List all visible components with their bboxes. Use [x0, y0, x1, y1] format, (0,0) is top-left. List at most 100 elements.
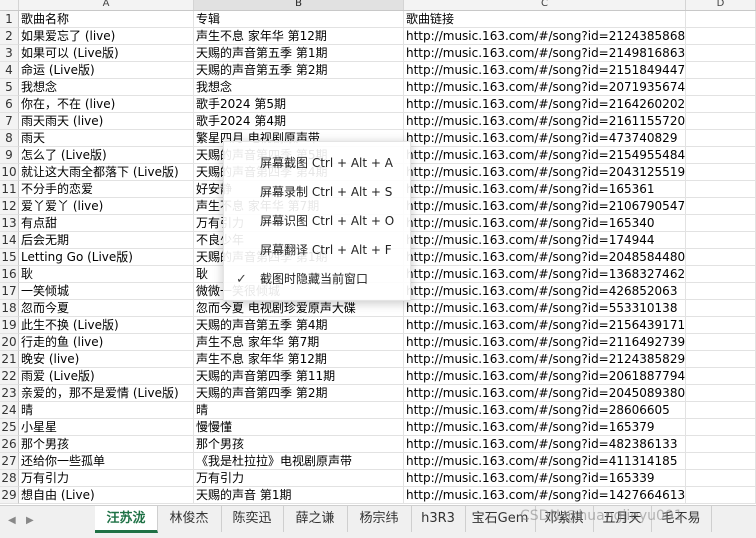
- cell-d[interactable]: [686, 351, 756, 368]
- cell-a[interactable]: 此生不换 (Live版): [19, 317, 194, 334]
- cell-a[interactable]: 雨爱 (Live版): [19, 368, 194, 385]
- scroll-tabs-right-icon[interactable]: ▶: [26, 515, 34, 526]
- cell-c[interactable]: http://music.163.com/#/song?id=216115572…: [404, 113, 686, 130]
- cell-a[interactable]: 万有引力: [19, 470, 194, 487]
- cell-c[interactable]: http://music.163.com/#/song?id=215643917…: [404, 317, 686, 334]
- menu-item-hide-window[interactable]: ✓ 截图时隐藏当前窗口: [224, 265, 410, 294]
- cell-d[interactable]: [686, 62, 756, 79]
- cell-d[interactable]: [686, 181, 756, 198]
- cell-b[interactable]: 天赐的声音第四季 第11期: [194, 368, 404, 385]
- row-number[interactable]: 11: [0, 181, 19, 198]
- cell-b[interactable]: 忽而今夏 电视剧珍爱原声大碟: [194, 300, 404, 317]
- cell-a[interactable]: 不分手的恋爱: [19, 181, 194, 198]
- cell-c[interactable]: http://music.163.com/#/song?id=473740829: [404, 130, 686, 147]
- cell-b[interactable]: 天赐的声音 第1期: [194, 487, 404, 504]
- cell-d[interactable]: [686, 317, 756, 334]
- cell-b[interactable]: 专辑: [194, 11, 404, 28]
- row-number[interactable]: 29: [0, 487, 19, 504]
- cell-c[interactable]: http://music.163.com/#/song?id=136832746…: [404, 266, 686, 283]
- column-header-b[interactable]: B: [194, 0, 404, 10]
- menu-item-screen-translate[interactable]: 屏幕翻译 Ctrl + Alt + F: [224, 236, 410, 265]
- row-number[interactable]: 24: [0, 402, 19, 419]
- row-number[interactable]: 6: [0, 96, 19, 113]
- cell-b[interactable]: 晴: [194, 402, 404, 419]
- sheet-tab[interactable]: 杨宗纬: [347, 506, 412, 532]
- sheet-tab[interactable]: 五月天: [593, 506, 652, 532]
- cell-a[interactable]: 我想念: [19, 79, 194, 96]
- cell-a[interactable]: 后会无期: [19, 232, 194, 249]
- cell-a[interactable]: 如果爱忘了 (live): [19, 28, 194, 45]
- cell-a[interactable]: Letting Go (Live版): [19, 249, 194, 266]
- cell-c[interactable]: http://music.163.com/#/song?id=165340: [404, 215, 686, 232]
- cell-b[interactable]: 那个男孩: [194, 436, 404, 453]
- row-number[interactable]: 1: [0, 11, 19, 28]
- cell-d[interactable]: [686, 130, 756, 147]
- cell-b[interactable]: 天赐的声音第五季 第4期: [194, 317, 404, 334]
- row-number[interactable]: 14: [0, 232, 19, 249]
- cell-a[interactable]: 怎么了 (Live版): [19, 147, 194, 164]
- cell-a[interactable]: 如果可以 (Live版): [19, 45, 194, 62]
- cell-c[interactable]: http://music.163.com/#/song?id=211649273…: [404, 334, 686, 351]
- cell-a[interactable]: 还给你一些孤单: [19, 453, 194, 470]
- cell-a[interactable]: 那个男孩: [19, 436, 194, 453]
- cell-c[interactable]: http://music.163.com/#/song?id=165339: [404, 470, 686, 487]
- cell-a[interactable]: 就让这大雨全都落下 (Live版): [19, 164, 194, 181]
- cell-b[interactable]: 天赐的声音第五季 第2期: [194, 62, 404, 79]
- row-number[interactable]: 20: [0, 334, 19, 351]
- cell-c[interactable]: http://music.163.com/#/song?id=212438586…: [404, 28, 686, 45]
- row-number[interactable]: 8: [0, 130, 19, 147]
- cell-d[interactable]: [686, 164, 756, 181]
- cell-a[interactable]: 想自由 (Live): [19, 487, 194, 504]
- cell-b[interactable]: 我想念: [194, 79, 404, 96]
- cell-a[interactable]: 你在，不在 (live): [19, 96, 194, 113]
- sheet-tab[interactable]: 薛之谦: [283, 506, 348, 532]
- cell-c[interactable]: http://music.163.com/#/song?id=28606605: [404, 402, 686, 419]
- row-number[interactable]: 19: [0, 317, 19, 334]
- row-number[interactable]: 10: [0, 164, 19, 181]
- cell-a[interactable]: 爱丫爱丫 (live): [19, 198, 194, 215]
- cell-a[interactable]: 行走的鱼 (live): [19, 334, 194, 351]
- row-number[interactable]: 13: [0, 215, 19, 232]
- cell-c[interactable]: http://music.163.com/#/song?id=553310138: [404, 300, 686, 317]
- row-number[interactable]: 23: [0, 385, 19, 402]
- cell-d[interactable]: [686, 385, 756, 402]
- cell-a[interactable]: 一笑倾城: [19, 283, 194, 300]
- row-number[interactable]: 15: [0, 249, 19, 266]
- cell-c[interactable]: http://music.163.com/#/song?id=426852063: [404, 283, 686, 300]
- cell-b[interactable]: 天赐的声音第四季 第2期: [194, 385, 404, 402]
- cell-c[interactable]: http://music.163.com/#/song?id=165379: [404, 419, 686, 436]
- sheet-tab[interactable]: 汪苏泷: [95, 506, 158, 533]
- cell-a[interactable]: 小星星: [19, 419, 194, 436]
- row-number[interactable]: 17: [0, 283, 19, 300]
- row-number[interactable]: 22: [0, 368, 19, 385]
- row-number[interactable]: 27: [0, 453, 19, 470]
- cell-d[interactable]: [686, 436, 756, 453]
- cell-c[interactable]: http://music.163.com/#/song?id=204312551…: [404, 164, 686, 181]
- cell-a[interactable]: 晴: [19, 402, 194, 419]
- cell-d[interactable]: [686, 215, 756, 232]
- cell-c[interactable]: http://music.163.com/#/song?id=204508938…: [404, 385, 686, 402]
- sheet-tab[interactable]: 林俊杰: [157, 506, 222, 532]
- menu-item-screen-record[interactable]: 屏幕录制 Ctrl + Alt + S: [224, 178, 410, 207]
- cell-a[interactable]: 歌曲名称: [19, 11, 194, 28]
- sheet-tab[interactable]: h3R3: [411, 506, 466, 532]
- row-number[interactable]: 21: [0, 351, 19, 368]
- cell-d[interactable]: [686, 28, 756, 45]
- cell-c[interactable]: http://music.163.com/#/song?id=214981686…: [404, 45, 686, 62]
- row-number[interactable]: 18: [0, 300, 19, 317]
- cell-b[interactable]: 歌手2024 第5期: [194, 96, 404, 113]
- cell-d[interactable]: [686, 470, 756, 487]
- cell-c[interactable]: http://music.163.com/#/song?id=206188779…: [404, 368, 686, 385]
- cell-a[interactable]: 亲爱的，那不是爱情 (Live版): [19, 385, 194, 402]
- cell-d[interactable]: [686, 300, 756, 317]
- cell-d[interactable]: [686, 368, 756, 385]
- cell-d[interactable]: [686, 487, 756, 504]
- column-header-d[interactable]: D: [686, 0, 756, 10]
- sheet-tab[interactable]: 邓紫棋: [535, 506, 594, 532]
- cell-c[interactable]: http://music.163.com/#/song?id=207193567…: [404, 79, 686, 96]
- row-number[interactable]: 26: [0, 436, 19, 453]
- cell-b[interactable]: 《我是杜拉拉》电视剧原声带: [194, 453, 404, 470]
- cell-b[interactable]: 声生不息 家年华 第7期: [194, 334, 404, 351]
- sheet-tab[interactable]: 毛不易: [651, 506, 712, 532]
- cell-b[interactable]: 慢慢懂: [194, 419, 404, 436]
